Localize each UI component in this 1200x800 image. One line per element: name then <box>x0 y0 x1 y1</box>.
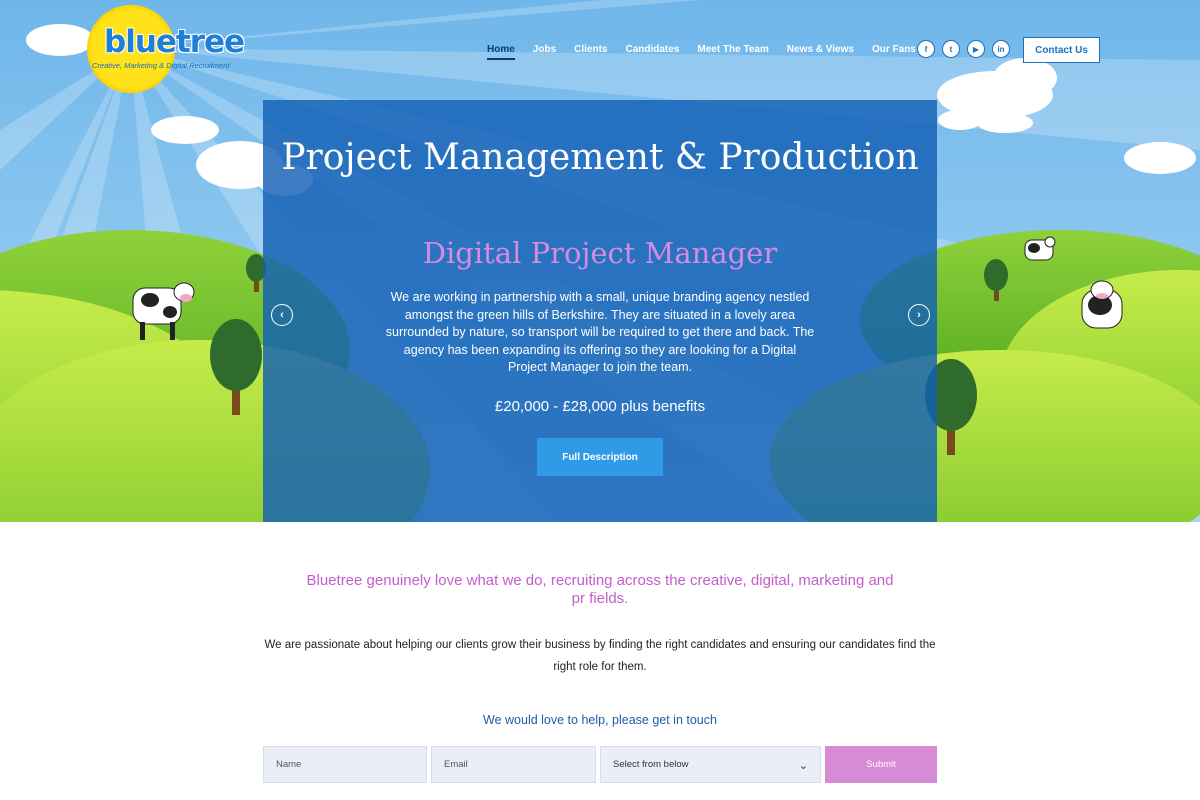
nav-item-candidates[interactable]: Candidates <box>625 44 679 59</box>
slide-salary: £20,000 - £28,000 plus benefits <box>494 398 706 415</box>
slide-heading: Project Management & Production <box>281 137 919 178</box>
hero-section: bluetree Creative, Marketing & Digital R… <box>0 0 1200 522</box>
nav-item-meet-the-team[interactable]: Meet The Team <box>697 44 769 59</box>
name-field[interactable]: Name <box>263 746 427 783</box>
intro-tagline: Bluetree genuinely love what we do, recr… <box>306 572 894 607</box>
submit-button[interactable]: Submit <box>825 746 937 783</box>
social-links: f t ▶ in <box>917 40 1010 58</box>
brand-name: bluetree <box>104 24 245 60</box>
main-nav: Home Jobs Clients Candidates Meet The Te… <box>487 44 934 60</box>
contact-form: Name Email Select from below ⌄ Submit <box>263 746 937 783</box>
get-in-touch-heading: We would love to help, please get in tou… <box>483 713 717 727</box>
facebook-icon[interactable]: f <box>917 40 935 58</box>
select-value: Select from below <box>613 759 689 770</box>
nav-item-our-fans[interactable]: Our Fans <box>872 44 916 59</box>
slide-description: We are working in partnership with a sma… <box>385 290 815 374</box>
nav-item-jobs[interactable]: Jobs <box>533 44 556 59</box>
name-placeholder: Name <box>276 759 302 770</box>
brand-tagline: Creative, Marketing & Digital Recruitmen… <box>92 61 230 70</box>
contact-us-button[interactable]: Contact Us <box>1023 37 1100 63</box>
twitter-icon[interactable]: t <box>942 40 960 58</box>
email-field[interactable]: Email <box>431 746 596 783</box>
nav-item-home[interactable]: Home <box>487 44 515 60</box>
brand-logo[interactable]: bluetree Creative, Marketing & Digital R… <box>90 8 250 92</box>
linkedin-icon[interactable]: in <box>992 40 1010 58</box>
intro-body-text: We are passionate about helping our clie… <box>264 639 936 673</box>
enquiry-type-select[interactable]: Select from below ⌄ <box>600 746 821 783</box>
chevron-down-icon: ⌄ <box>798 760 808 772</box>
nav-item-news-views[interactable]: News & Views <box>787 44 854 59</box>
youtube-icon[interactable]: ▶ <box>967 40 985 58</box>
chevron-right-icon[interactable]: › <box>908 304 930 326</box>
email-placeholder: Email <box>444 759 468 770</box>
chevron-left-icon[interactable]: ‹ <box>271 304 293 326</box>
full-description-button[interactable]: Full Description <box>537 438 663 476</box>
hero-slide-panel: Project Management & Production Digital … <box>263 100 937 522</box>
nav-item-clients[interactable]: Clients <box>574 44 607 59</box>
slide-job-title: Digital Project Manager <box>422 236 778 270</box>
